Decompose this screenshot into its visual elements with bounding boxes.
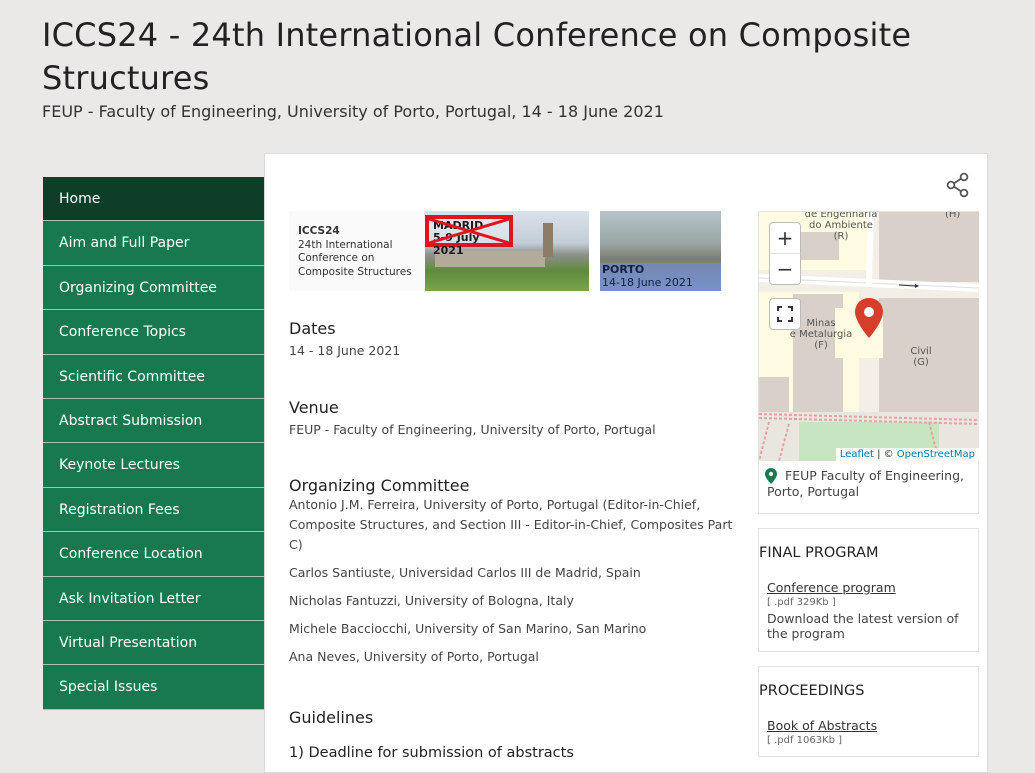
venue-text: FEUP - Faculty of Engineering, Universit… xyxy=(289,422,656,437)
dates-title: Dates xyxy=(289,319,336,338)
right-sidebar: de Engenharia do Ambiente (R) (H) Minas … xyxy=(758,211,979,757)
map-attribution: Leaflet | © OpenStreetMap xyxy=(835,448,979,461)
cross-out-icon xyxy=(428,217,510,245)
committee-member: Ana Neves, University of Porto, Portugal xyxy=(289,649,539,664)
nav-item-conference-topics[interactable]: Conference Topics xyxy=(43,310,264,355)
location-map-card: de Engenharia do Ambiente (R) (H) Minas … xyxy=(758,211,979,514)
nav-item-aim[interactable]: Aim and Full Paper xyxy=(43,221,264,266)
porto-city: PORTO xyxy=(602,263,645,276)
nav-item-virtual-presentation[interactable]: Virtual Presentation xyxy=(43,620,264,666)
logo-line-2: 24th International xyxy=(298,238,393,251)
venue-section: Venue FEUP - Faculty of Engineering, Uni… xyxy=(289,398,656,440)
proceedings-panel: PROCEEDINGS Book of Abstracts [ .pdf 106… xyxy=(758,666,979,757)
nav-item-registration-fees[interactable]: Registration Fees xyxy=(43,487,264,533)
address-text: FEUP Faculty of Engineering, Porto, Port… xyxy=(767,468,964,499)
map-marker-icon[interactable] xyxy=(855,298,883,342)
page-subtitle: FEUP - Faculty of Engineering, Universit… xyxy=(42,102,664,121)
map-label-engenharia: de Engenharia do Ambiente (R) xyxy=(804,212,878,242)
logo-line-3: Conference on xyxy=(298,252,375,264)
logo-line-4: Composite Structures xyxy=(298,265,412,278)
dates-text: 14 - 18 June 2021 xyxy=(289,343,401,358)
final-program-title: FINAL PROGRAM xyxy=(759,545,879,561)
nav-item-special-issues[interactable]: Special Issues xyxy=(43,665,264,710)
madrid-cancelled-label: MADRID 5-9 July 2021 xyxy=(425,215,513,257)
openstreetmap-link[interactable]: OpenStreetMap xyxy=(897,449,975,460)
nav-item-abstract-submission[interactable]: Abstract Submission xyxy=(43,398,264,444)
dates-section: Dates 14 - 18 June 2021 xyxy=(289,319,400,361)
venue-title: Venue xyxy=(289,398,339,417)
nav-item-home[interactable]: Home xyxy=(43,177,264,222)
nav-item-conference-location[interactable]: Conference Location xyxy=(43,532,264,577)
committee-member: Nicholas Fantuzzi, University of Bologna… xyxy=(289,593,574,608)
map-fullscreen-button[interactable] xyxy=(769,298,801,330)
site-header: ICCS24 - 24th International Conference o… xyxy=(42,14,1002,121)
porto-date: 14-18 June 2021 xyxy=(602,276,693,289)
committee-member: Michele Bacciocchi, University of San Ma… xyxy=(289,621,647,636)
conference-program-desc: Download the latest version of the progr… xyxy=(767,611,959,641)
org-title: Organizing Committee xyxy=(289,476,470,495)
conference-banner: ICCS24 24th International Conference on … xyxy=(289,211,721,293)
attribution-separator: | © xyxy=(873,449,897,460)
sidebar-nav: Home Aim and Full Paper Organizing Commi… xyxy=(43,177,264,710)
venue-address: FEUP Faculty of Engineering, Porto, Port… xyxy=(765,468,975,500)
location-pin-icon xyxy=(765,468,777,488)
conference-program-size: [ .pdf 329Kb ] xyxy=(767,597,836,608)
nav-item-scientific-committee[interactable]: Scientific Committee xyxy=(43,354,264,399)
book-of-abstracts-size: [ .pdf 1063Kb ] xyxy=(767,735,843,746)
final-program-panel: FINAL PROGRAM Conference program [ .pdf … xyxy=(758,528,979,652)
page-title: ICCS24 - 24th International Conference o… xyxy=(42,16,912,97)
book-of-abstracts-link[interactable]: Book of Abstracts xyxy=(767,718,877,733)
leaflet-link[interactable]: Leaflet xyxy=(840,449,874,460)
map-label-h: (H) xyxy=(945,212,961,220)
nav-item-organizing-committee[interactable]: Organizing Committee xyxy=(43,265,264,311)
map-zoom-in-button[interactable]: + xyxy=(769,222,801,254)
madrid-photo: MADRID 5-9 July 2021 xyxy=(425,211,589,291)
conference-program-link[interactable]: Conference program xyxy=(767,580,896,595)
share-icon[interactable] xyxy=(945,172,971,198)
organizing-committee-section: Organizing Committee Antonio J.M. Ferrei… xyxy=(289,476,734,667)
nav-item-keynote-lectures[interactable]: Keynote Lectures xyxy=(43,443,264,488)
location-map[interactable]: de Engenharia do Ambiente (R) (H) Minas … xyxy=(759,212,979,461)
logo-line-1: ICCS24 xyxy=(298,225,340,237)
main-card: ICCS24 24th International Conference on … xyxy=(264,153,988,773)
map-zoom-out-button[interactable]: − xyxy=(769,253,801,285)
porto-photo: PORTO 14-18 June 2021 xyxy=(600,211,721,291)
conference-logo: ICCS24 24th International Conference on … xyxy=(289,211,425,291)
nav-item-invitation-letter[interactable]: Ask Invitation Letter xyxy=(43,576,264,621)
guidelines-section: Guidelines 1) Deadline for submission of… xyxy=(289,708,574,761)
fullscreen-icon xyxy=(777,306,793,322)
committee-member: Antonio J.M. Ferreira, University of Por… xyxy=(289,497,733,552)
guidelines-title: Guidelines xyxy=(289,708,374,727)
proceedings-title: PROCEEDINGS xyxy=(759,683,865,699)
map-label-civil: Civil (G) xyxy=(910,346,932,368)
committee-member: Carlos Santiuste, Universidad Carlos III… xyxy=(289,565,641,580)
